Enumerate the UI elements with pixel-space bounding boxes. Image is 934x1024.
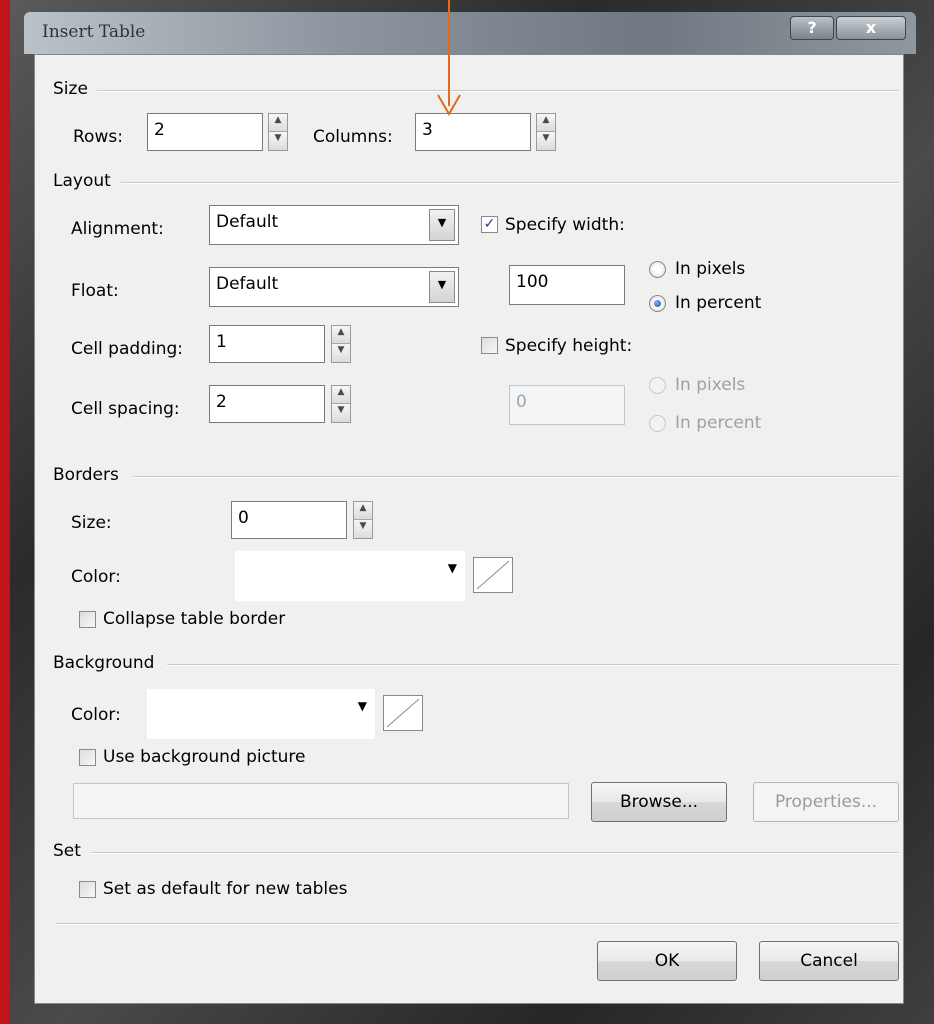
rows-spinner[interactable]: ▲ ▼: [268, 113, 288, 151]
use-background-picture-checkbox[interactable]: [79, 749, 96, 766]
columns-label: Columns:: [313, 127, 393, 147]
height-in-pixels-radio[interactable]: [649, 377, 666, 394]
background-color-swatch[interactable]: [383, 695, 423, 731]
window-title: Insert Table: [42, 22, 146, 42]
float-value: Default: [216, 274, 279, 294]
border-color-label: Color:: [71, 567, 121, 587]
annotation-arrow-line: [448, 0, 450, 106]
border-color-swatch[interactable]: [473, 557, 513, 593]
columns-input[interactable]: 3: [415, 113, 531, 151]
border-color-dropdown-icon[interactable]: ▼: [448, 561, 457, 575]
insert-table-dialog: Size Rows: 2 ▲ ▼ Columns: 3 ▲ ▼ Layout Ali…: [34, 54, 904, 1004]
background-color-picker[interactable]: ▼: [147, 689, 375, 739]
cancel-button[interactable]: Cancel: [759, 941, 899, 981]
width-in-percent-radio[interactable]: [649, 295, 666, 312]
borders-group-divider: [133, 476, 899, 478]
float-label: Float:: [71, 281, 119, 301]
help-button[interactable]: ?: [790, 16, 834, 40]
float-dropdown-icon[interactable]: ▼: [429, 271, 455, 303]
alignment-value: Default: [216, 212, 279, 232]
width-in-percent-label[interactable]: In percent: [675, 293, 761, 313]
cell-spacing-spinner[interactable]: ▲ ▼: [331, 385, 351, 423]
border-size-label: Size:: [71, 513, 112, 533]
no-color-icon: [476, 560, 510, 590]
cell-spacing-label: Cell spacing:: [71, 399, 180, 419]
set-group-divider: [91, 852, 899, 854]
background-picture-path-input[interactable]: [73, 783, 569, 819]
height-input[interactable]: 0: [509, 385, 625, 425]
borders-group-label: Borders: [53, 465, 119, 485]
border-size-input[interactable]: 0: [231, 501, 347, 539]
size-group-label: Size: [53, 79, 88, 99]
width-in-pixels-radio[interactable]: [649, 261, 666, 278]
specify-height-label[interactable]: Specify height:: [505, 336, 632, 356]
specify-width-checkbox[interactable]: ✓: [481, 216, 498, 233]
collapse-border-checkbox[interactable]: [79, 611, 96, 628]
background-group-label: Background: [53, 653, 155, 673]
alignment-select[interactable]: Default ▼: [209, 205, 459, 245]
layout-group-divider: [121, 182, 899, 184]
alignment-dropdown-icon[interactable]: ▼: [429, 209, 455, 241]
alignment-label: Alignment:: [71, 219, 164, 239]
collapse-border-label[interactable]: Collapse table border: [103, 609, 285, 629]
set-default-checkbox[interactable]: [79, 881, 96, 898]
cell-spacing-input[interactable]: 2: [209, 385, 325, 423]
footer-divider: [55, 923, 899, 925]
width-in-pixels-label[interactable]: In pixels: [675, 259, 745, 279]
float-select[interactable]: Default ▼: [209, 267, 459, 307]
background-color-label: Color:: [71, 705, 121, 725]
columns-spinner[interactable]: ▲ ▼: [536, 113, 556, 151]
border-color-picker[interactable]: ▼: [235, 551, 465, 601]
rows-input[interactable]: 2: [147, 113, 263, 151]
border-size-spinner[interactable]: ▲ ▼: [353, 501, 373, 539]
background-group-divider: [167, 664, 899, 666]
title-bar[interactable]: Insert Table ? x: [24, 12, 916, 54]
height-in-pixels-label: In pixels: [675, 375, 746, 395]
set-group-label: Set: [53, 841, 81, 861]
specify-width-label[interactable]: Specify width:: [505, 215, 625, 235]
width-input[interactable]: 100: [509, 265, 625, 305]
set-default-label[interactable]: Set as default for new tables: [103, 879, 347, 899]
height-in-percent-radio[interactable]: [649, 415, 666, 432]
layout-group-label: Layout: [53, 171, 111, 191]
use-background-picture-label[interactable]: Use background picture: [103, 747, 306, 767]
specify-height-checkbox[interactable]: [481, 337, 498, 354]
cell-padding-spinner[interactable]: ▲ ▼: [331, 325, 351, 363]
height-in-percent-label: In percent: [675, 413, 762, 433]
cell-padding-label: Cell padding:: [71, 339, 183, 359]
annotation-arrow-icon: [437, 94, 461, 116]
browse-button[interactable]: Browse...: [591, 782, 727, 822]
rows-label: Rows:: [73, 127, 123, 147]
ok-button[interactable]: OK: [597, 941, 737, 981]
size-group-divider: [97, 90, 899, 92]
no-color-icon: [386, 698, 420, 728]
cell-padding-input[interactable]: 1: [209, 325, 325, 363]
properties-button[interactable]: Properties...: [753, 782, 899, 822]
close-button[interactable]: x: [836, 16, 906, 40]
background-color-dropdown-icon[interactable]: ▼: [358, 699, 367, 713]
